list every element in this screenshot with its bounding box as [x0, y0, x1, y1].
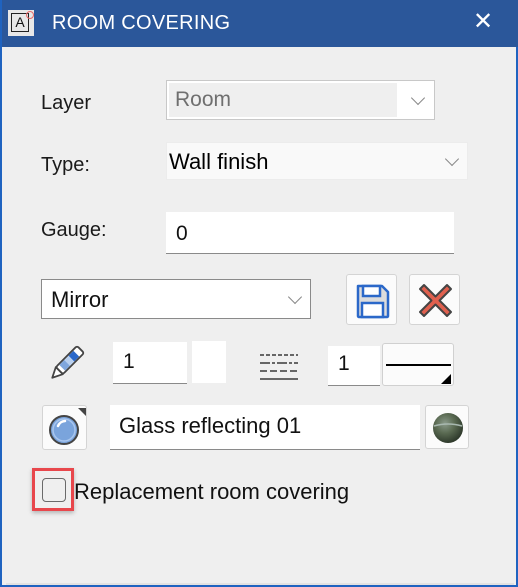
window-title: ROOM COVERING: [52, 12, 231, 34]
room-covering-dialog: A ROOM COVERING ✕ Layer Room Type: Wall …: [0, 0, 518, 587]
title-bar: A ROOM COVERING ✕: [2, 0, 518, 47]
red-x-icon: [419, 284, 452, 317]
texture-preview-button[interactable]: [425, 405, 469, 449]
delete-button[interactable]: [409, 274, 460, 325]
type-select-value: Wall finish: [169, 149, 269, 174]
replacement-checkbox[interactable]: [42, 478, 66, 502]
solid-line-icon: [386, 364, 451, 384]
glass-sphere-icon: [49, 408, 86, 445]
chevron-down-icon: [410, 90, 426, 106]
pen-width-input[interactable]: 1: [113, 342, 187, 384]
texture-preview-icon: [433, 413, 463, 443]
app-icon: A: [8, 10, 34, 36]
preset-select-value: Mirror: [51, 287, 109, 312]
checkbox-highlight: [32, 468, 74, 511]
floppy-disk-icon: [356, 284, 390, 319]
line-width-input[interactable]: 1: [328, 346, 380, 386]
line-type-icon: [260, 354, 298, 380]
material-name-input[interactable]: Glass reflecting 01: [110, 405, 420, 450]
type-select[interactable]: Wall finish: [166, 142, 468, 180]
close-icon[interactable]: ✕: [468, 7, 498, 37]
layer-label: Layer: [41, 92, 92, 114]
preset-select[interactable]: Mirror: [41, 279, 311, 319]
gauge-input[interactable]: 0: [166, 212, 454, 254]
material-name-value: Glass reflecting 01: [119, 413, 302, 438]
save-button[interactable]: [346, 274, 397, 325]
gauge-value: 0: [176, 222, 188, 245]
material-button[interactable]: [42, 405, 87, 450]
chevron-down-icon: [287, 289, 303, 305]
pen-icon: [51, 345, 85, 379]
layer-select-value: Room: [175, 88, 232, 111]
pen-color-swatch[interactable]: [192, 341, 226, 383]
line-style-button[interactable]: [382, 343, 454, 386]
line-width-value: 1: [338, 352, 350, 375]
app-icon-badge: [26, 11, 34, 19]
gauge-label: Gauge:: [41, 219, 107, 241]
chevron-down-icon: [444, 151, 460, 167]
pen-width-value: 1: [123, 350, 135, 373]
replacement-checkbox-label[interactable]: Replacement room covering: [74, 479, 349, 505]
type-label: Type:: [41, 154, 90, 176]
layer-select[interactable]: Room: [166, 80, 435, 120]
